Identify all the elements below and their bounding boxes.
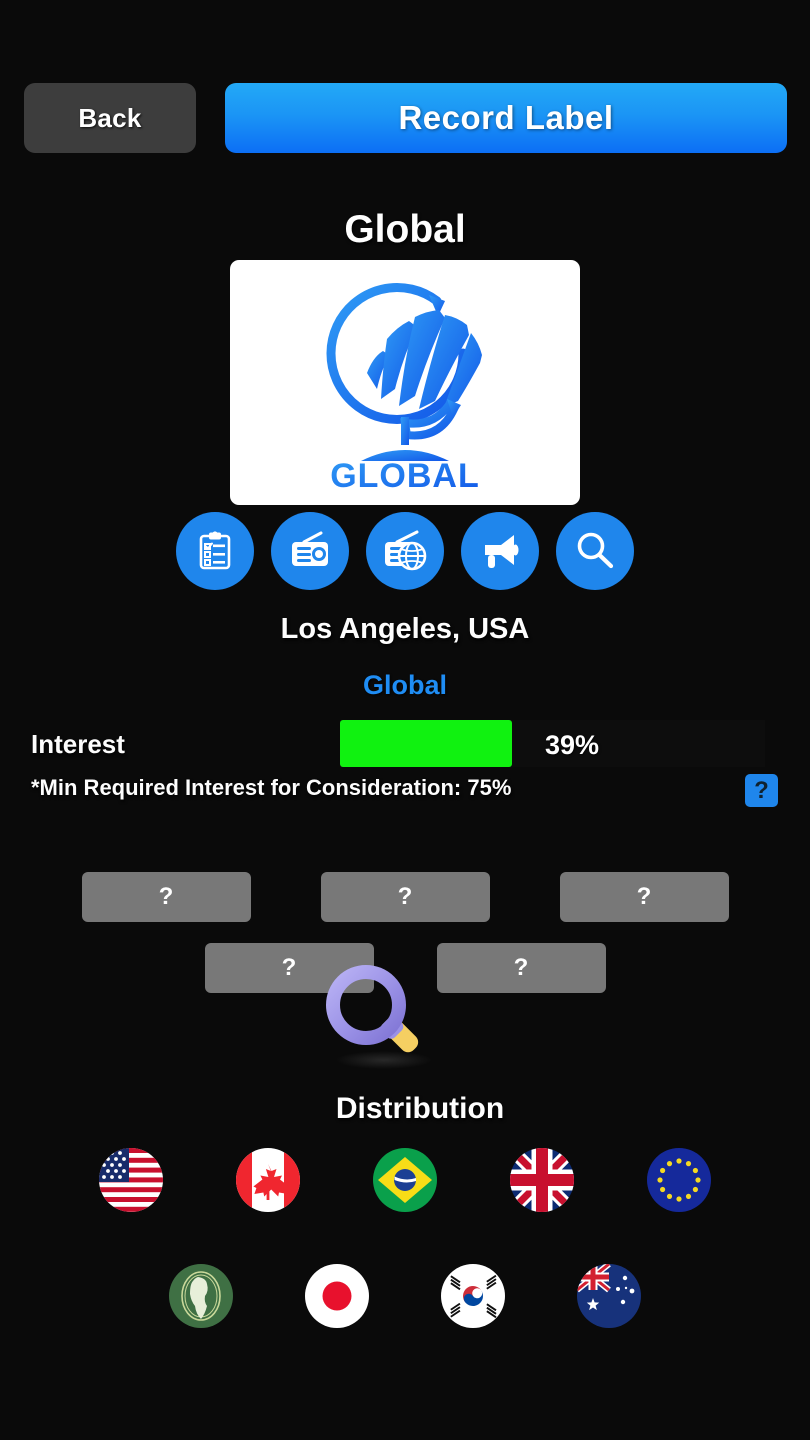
slot-label: ? (281, 954, 297, 981)
top-bar: Back Record Label (0, 83, 810, 153)
label-genre: Global (362, 670, 447, 700)
help-button-label: ? (754, 776, 769, 804)
interest-progress-fill (340, 720, 512, 767)
distribution-flags-row-1 (0, 1148, 810, 1212)
slot-label: ? (397, 883, 413, 910)
slot-label: ? (636, 883, 652, 910)
interest-progress-bar: 39% (340, 720, 765, 767)
help-button[interactable]: ? (745, 774, 778, 807)
slot-button[interactable]: ? (559, 872, 729, 922)
interest-label: Interest (31, 729, 125, 759)
slot-button[interactable]: ? (436, 943, 606, 993)
flag-canada[interactable] (236, 1148, 300, 1212)
slot-button[interactable]: ? (81, 872, 251, 922)
flag-usa[interactable] (99, 1148, 163, 1212)
distribution-title: Distribution (335, 1092, 505, 1125)
flag-brazil[interactable] (373, 1148, 437, 1212)
promotion-icon[interactable] (461, 512, 539, 590)
slot-button[interactable]: ? (320, 872, 490, 922)
distribution-flags-row-2 (0, 1264, 810, 1328)
min-interest-note: *Min Required Interest for Consideration… (31, 775, 512, 800)
radio-icon[interactable] (271, 512, 349, 590)
unknown-slots: ? ? ? ? ? (0, 872, 810, 993)
flag-australia[interactable] (577, 1264, 641, 1328)
slot-button[interactable]: ? (204, 943, 374, 993)
slot-label: ? (158, 883, 174, 910)
flag-japan[interactable] (305, 1264, 369, 1328)
back-button[interactable]: Back (24, 83, 196, 153)
interest-percent: 39% (545, 730, 600, 760)
contract-icon[interactable] (176, 512, 254, 590)
search-icon[interactable] (556, 512, 634, 590)
globe-logo-icon: GLOBAL (326, 283, 482, 490)
flag-south-korea[interactable] (441, 1264, 505, 1328)
label-location: Los Angeles, USA (280, 613, 530, 645)
page-title-banner[interactable]: Record Label (225, 83, 787, 153)
slot-row-1: ? ? ? (0, 872, 810, 922)
radio-global-icon[interactable] (366, 512, 444, 590)
record-label-screen: Back Record Label Global GLOBAL Los Ange… (0, 0, 810, 1440)
slot-row-2: ? ? (0, 943, 810, 993)
svg-text:GLOBAL: GLOBAL (330, 457, 480, 490)
label-name: Global (344, 208, 466, 251)
slot-label: ? (513, 954, 529, 981)
label-action-icons (0, 512, 810, 590)
page-title: Record Label (398, 99, 614, 136)
flag-eu[interactable] (647, 1148, 711, 1212)
flag-uk[interactable] (510, 1148, 574, 1212)
flag-african-union[interactable] (169, 1264, 233, 1328)
label-logo-card: GLOBAL (230, 260, 580, 505)
back-button-label: Back (78, 102, 142, 133)
